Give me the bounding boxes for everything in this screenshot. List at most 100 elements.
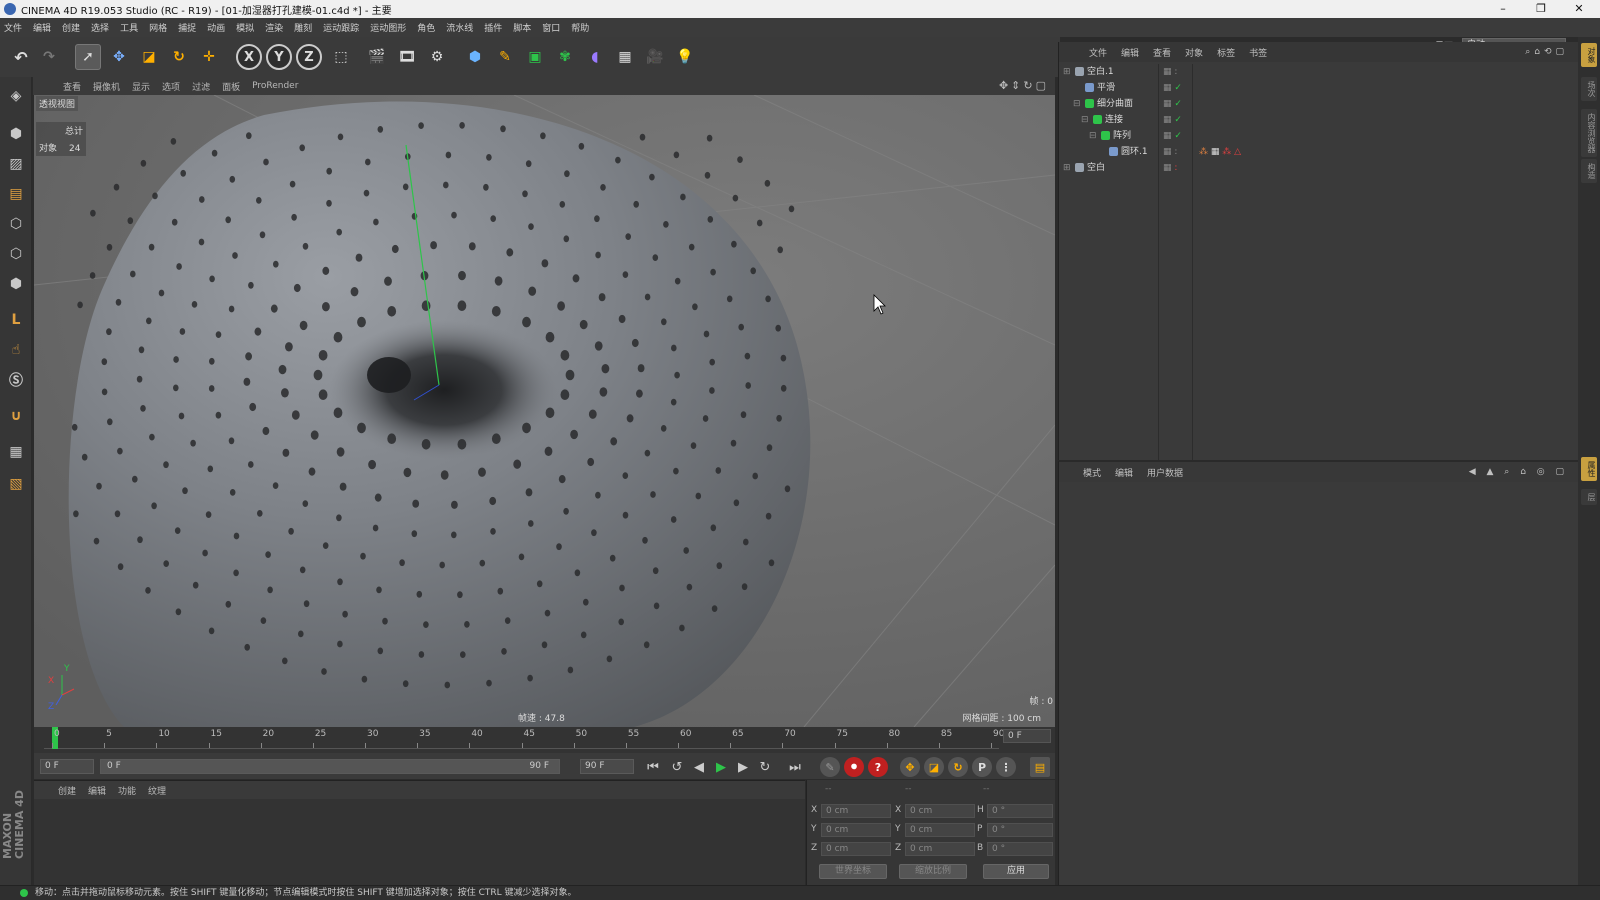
material-menu-create[interactable]: 创建 [58, 784, 76, 797]
menu-select[interactable]: 选择 [91, 21, 109, 34]
cube-object-icon[interactable]: ⬢ [462, 44, 488, 70]
workplane-icon[interactable]: ▤ [3, 181, 29, 207]
object-row[interactable]: ⊟ 阵列 ▦ ✓ [1059, 128, 1579, 144]
obj-menu-view[interactable]: 查看 [1153, 46, 1171, 59]
attr-menu-edit[interactable]: 编辑 [1115, 466, 1133, 479]
viewport-menu-view[interactable]: 查看 [63, 80, 81, 93]
menu-plugins[interactable]: 插件 [484, 21, 502, 34]
object-row[interactable]: ⊟ 细分曲面 ▦ ✓ [1059, 96, 1579, 112]
obj-menu-bookmarks[interactable]: 书签 [1249, 46, 1267, 59]
layer-icon[interactable]: ▦ ✓ [1163, 96, 1182, 112]
layer-icon[interactable]: ▦ : [1163, 144, 1177, 160]
make-editable-icon[interactable]: ◈ [3, 83, 29, 109]
menu-character[interactable]: 角色 [417, 21, 435, 34]
object-row[interactable]: ⊞ 空白 ▦ : [1059, 160, 1579, 176]
attribute-nav-icons[interactable]: ◀ ▲ ⌕ ⌂ ◎ ▢ [1469, 467, 1568, 477]
go-to-end-icon[interactable]: ⏭ [786, 758, 804, 776]
pen-spline-icon[interactable]: ✎ [492, 44, 518, 70]
size-z-field[interactable]: 0 cm [905, 842, 975, 856]
end-frame-field[interactable]: 90 F [580, 759, 634, 774]
menu-motion-tracking[interactable]: 运动跟踪 [323, 21, 359, 34]
viewport-menu-filter[interactable]: 过滤 [192, 80, 210, 93]
points-mode-icon[interactable]: ⬡ [3, 211, 29, 237]
timeline-window-icon[interactable]: ▤ [1030, 757, 1050, 777]
key-parameter-icon[interactable]: P [972, 757, 992, 777]
menu-sculpt[interactable]: 雕刻 [294, 21, 312, 34]
material-menu-edit[interactable]: 编辑 [88, 784, 106, 797]
snap-icon[interactable]: ∪ [3, 403, 29, 429]
layer-icon[interactable]: ▦ ✓ [1163, 112, 1182, 128]
layer-icon[interactable]: ▦ ✓ [1163, 128, 1182, 144]
menu-tools[interactable]: 工具 [120, 21, 138, 34]
maximize-button[interactable]: ❐ [1524, 0, 1558, 18]
viewport-menu-prorender[interactable]: ProRender [252, 81, 298, 91]
go-to-start-icon[interactable]: ⏮ [644, 758, 662, 776]
menu-simulate[interactable]: 模拟 [236, 21, 254, 34]
render-settings-icon[interactable]: ⚙ [424, 44, 450, 70]
polygons-mode-icon[interactable]: ⬢ [3, 271, 29, 297]
material-menu-function[interactable]: 功能 [118, 784, 136, 797]
object-row[interactable]: 平滑 ▦ ✓ [1059, 80, 1579, 96]
subdivision-surface-icon[interactable]: ▣ [522, 44, 548, 70]
record-keys-icon[interactable]: ✎ [820, 757, 840, 777]
obj-menu-edit[interactable]: 编辑 [1121, 46, 1139, 59]
undo-icon[interactable]: ↶ [8, 44, 34, 70]
position-x-field[interactable]: 0 cm [821, 804, 891, 818]
key-position-icon[interactable]: ✥ [900, 757, 920, 777]
obj-menu-tags[interactable]: 标签 [1217, 46, 1235, 59]
menu-edit[interactable]: 编辑 [33, 21, 51, 34]
frame-range-slider[interactable]: 0 F 90 F [100, 759, 560, 774]
floor-object-icon[interactable]: ▦ [612, 44, 638, 70]
position-y-field[interactable]: 0 cm [821, 823, 891, 837]
z-axis-lock-icon[interactable]: Z [296, 44, 322, 70]
next-frame-icon[interactable]: ▶ [734, 758, 752, 776]
object-row[interactable]: ⊞ 空白.1 ▦ : [1059, 64, 1579, 80]
tab-structure[interactable]: 构造 [1581, 159, 1597, 183]
render-picture-viewer-icon[interactable]: 🎞 [394, 44, 420, 70]
position-z-field[interactable]: 0 cm [821, 842, 891, 856]
current-frame-field[interactable]: 0 F [1003, 729, 1051, 743]
close-button[interactable]: ✕ [1562, 0, 1596, 18]
layer-icon[interactable]: ▦ : [1163, 160, 1177, 176]
autokey-icon[interactable]: ? [868, 757, 888, 777]
obj-menu-file[interactable]: 文件 [1089, 46, 1107, 59]
timeline-ruler[interactable]: 0 5 10 15 20 25 30 35 40 45 50 55 60 65 70 75 80 85 90 [44, 727, 1004, 749]
tab-content-browser[interactable]: 内容浏览器 [1581, 109, 1597, 157]
edges-mode-icon[interactable]: ⬡ [3, 241, 29, 267]
menu-snap[interactable]: 捕捉 [178, 21, 196, 34]
light-icon[interactable]: 💡 [672, 44, 698, 70]
axis-mode-icon[interactable]: L [3, 307, 29, 333]
attr-menu-user-data[interactable]: 用户数据 [1147, 466, 1183, 479]
timeline[interactable]: 0 5 10 15 20 25 30 35 40 45 50 55 60 65 70 75 80 85 90 0 F [34, 727, 1055, 753]
rotation-b-field[interactable]: 0 ° [987, 842, 1053, 856]
coordinate-system-icon[interactable]: ⬚ [328, 44, 354, 70]
tab-objects[interactable]: 对象 [1581, 43, 1597, 67]
move-tool-icon[interactable]: ✥ [106, 44, 132, 70]
next-key-icon[interactable]: ↻ [756, 758, 774, 776]
perspective-viewport[interactable]: Y X Z 透视视图 总计 对象 24 帧速 : 47.8 网格间距 : 100 … [34, 95, 1055, 727]
tab-layers[interactable]: 层 [1581, 489, 1597, 505]
object-row[interactable]: ⊟ 连接 ▦ ✓ [1059, 112, 1579, 128]
tag-icons[interactable]: ⁂ ▦ ⁂ △ [1199, 144, 1241, 160]
layer-icon[interactable]: ▦ : [1163, 64, 1177, 80]
solo-mode-icon[interactable]: Ⓢ [3, 367, 29, 393]
x-axis-lock-icon[interactable]: X [236, 44, 262, 70]
key-pla-icon[interactable]: ⋮ [996, 757, 1016, 777]
viewport-navigation-icons[interactable]: ✥⇕↻▢ [999, 79, 1049, 92]
live-selection-icon[interactable]: ➚ [75, 44, 101, 70]
key-scale-icon[interactable]: ◪ [924, 757, 944, 777]
previous-frame-icon[interactable]: ◀ [690, 758, 708, 776]
menu-window[interactable]: 窗口 [542, 21, 560, 34]
obj-menu-objects[interactable]: 对象 [1185, 46, 1203, 59]
viewport-menu-panel[interactable]: 面板 [222, 80, 240, 93]
apply-button[interactable]: 应用 [983, 864, 1049, 879]
object-row[interactable]: 圆环.1 ▦ : ⁂ ▦ ⁂ △ [1059, 144, 1579, 160]
rotate-tool-icon[interactable]: ↻ [166, 44, 192, 70]
tab-takes[interactable]: 场次 [1581, 77, 1597, 101]
minimize-button[interactable]: – [1486, 0, 1520, 18]
material-menu-texture[interactable]: 纹理 [148, 784, 166, 797]
y-axis-lock-icon[interactable]: Y [266, 44, 292, 70]
size-x-field[interactable]: 0 cm [905, 804, 975, 818]
camera-icon[interactable]: 🎥 [642, 44, 668, 70]
viewport-menu-options[interactable]: 选项 [162, 80, 180, 93]
